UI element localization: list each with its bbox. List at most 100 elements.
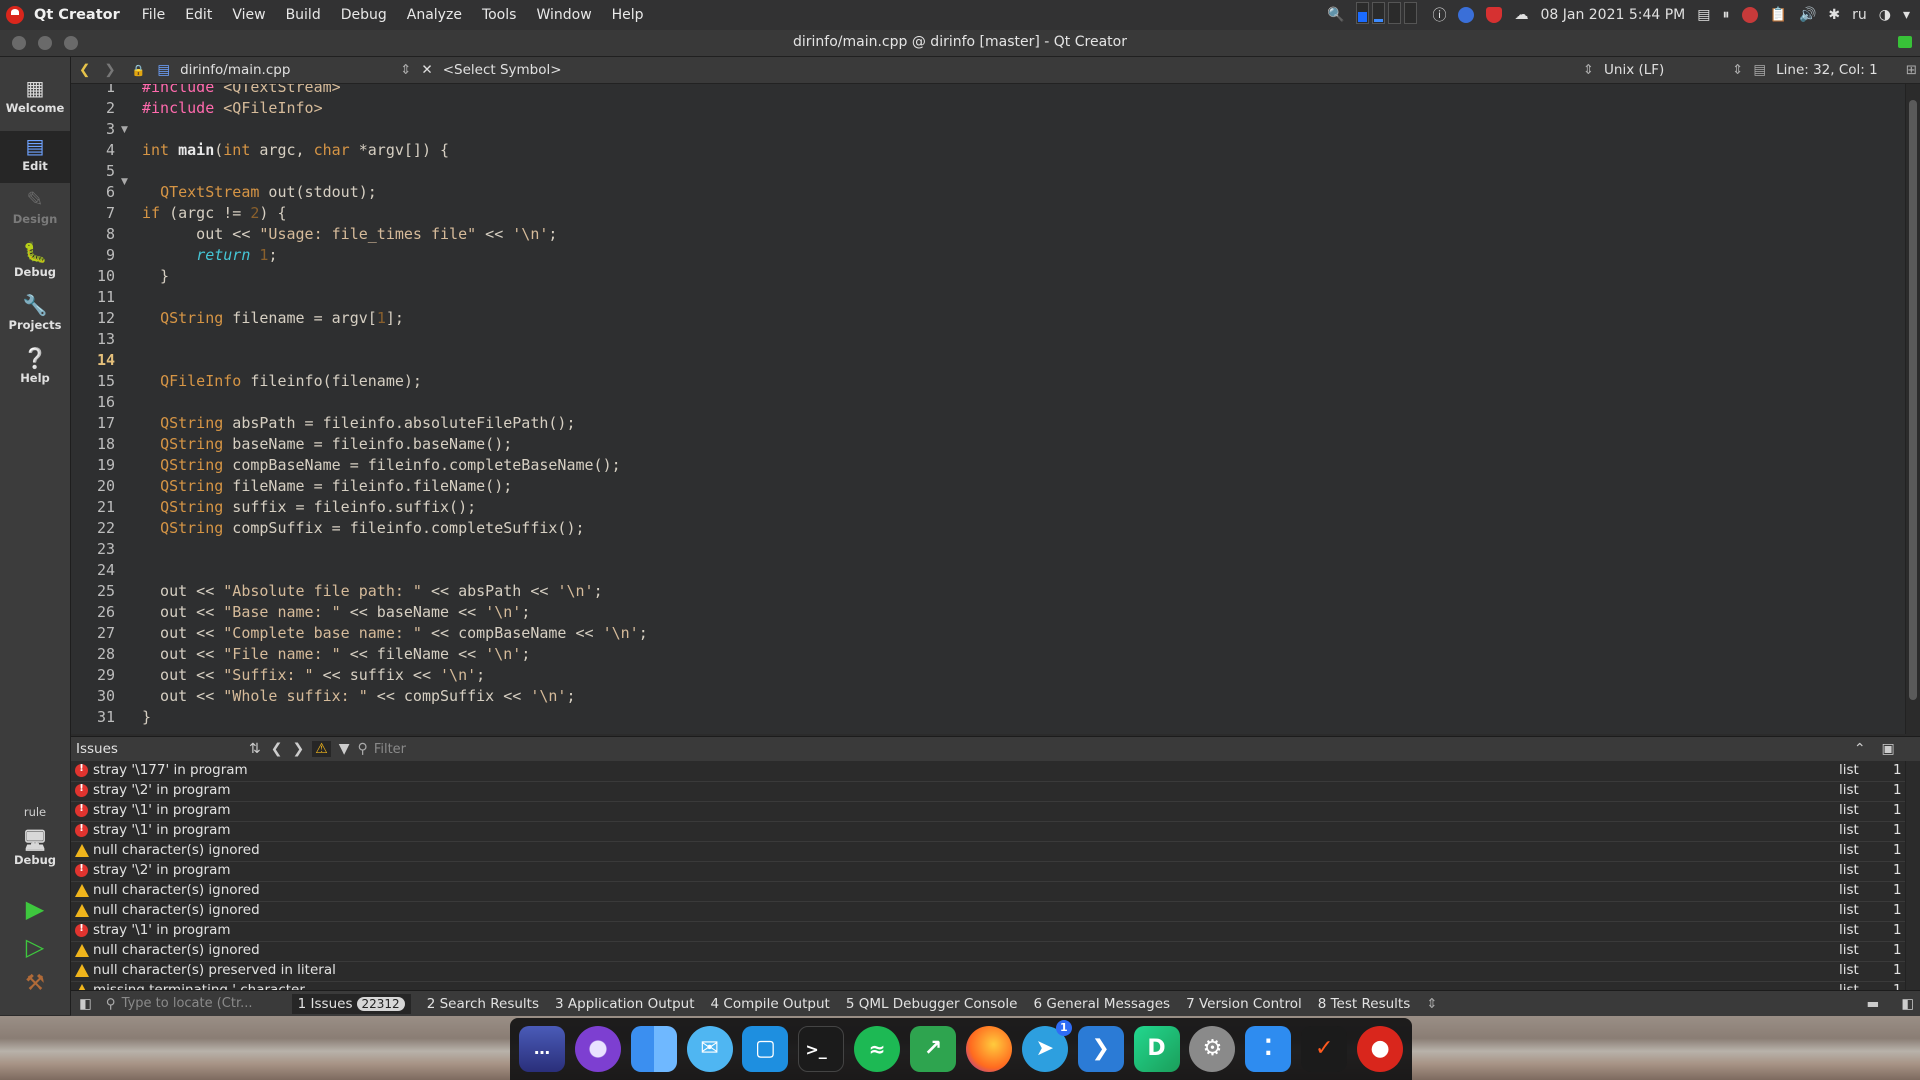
search-icon[interactable]: 🔍 <box>1327 7 1344 23</box>
back-arrow-icon[interactable]: ❮ <box>79 62 90 78</box>
mode-edit[interactable]: ▤ Edit <box>0 131 70 183</box>
issue-row[interactable]: null character(s) ignored list 1 <box>71 881 1906 902</box>
split-view-icon[interactable]: ⊞ <box>1906 62 1917 78</box>
tor-browser-icon[interactable] <box>574 1026 621 1072</box>
menu-window[interactable]: Window <box>536 7 591 23</box>
fold-marker-icon[interactable]: ▼ <box>121 125 128 135</box>
symbol-selector-arrows-icon[interactable]: ⇕ <box>1583 62 1594 78</box>
locator-input[interactable]: Type to locate (Ctr... <box>122 996 292 1011</box>
tab-compile-output[interactable]: 4 Compile Output <box>711 996 830 1012</box>
menu-file[interactable]: File <box>142 7 165 23</box>
issue-row[interactable]: null character(s) preserved in literal li… <box>71 961 1906 982</box>
more-tabs-arrows-icon[interactable]: ⇕ <box>1426 996 1437 1012</box>
close-pane-icon[interactable]: ▣ <box>1882 741 1895 757</box>
cursor-position[interactable]: Line: 32, Col: 1 <box>1776 62 1878 78</box>
issue-row[interactable]: null character(s) ignored list 1 <box>71 941 1906 962</box>
issue-row[interactable]: null character(s) ignored list 1 <box>71 901 1906 922</box>
vpn-icon[interactable] <box>1458 7 1475 23</box>
shield-icon[interactable] <box>1486 7 1503 23</box>
forward-arrow-icon[interactable]: ❯ <box>104 62 115 78</box>
symbol-selector[interactable]: <Select Symbol> <box>443 62 1583 78</box>
vscode-icon[interactable]: ❯ <box>1077 1026 1124 1072</box>
wifi-icon[interactable]: ◑ <box>1879 7 1891 23</box>
maximize-pane-icon[interactable]: ⌃ <box>1854 741 1866 757</box>
toggle-right-sidebar-icon[interactable]: ◧ <box>1901 996 1914 1012</box>
launchpad-icon[interactable]: … <box>518 1026 565 1072</box>
menu-tools[interactable]: Tools <box>482 7 517 23</box>
menu-help[interactable]: Help <box>612 7 644 23</box>
qtcreator-icon[interactable]: ● <box>1357 1026 1404 1072</box>
debug-run-button[interactable]: ▷ <box>0 933 70 961</box>
sort-icon[interactable]: ⇅ <box>249 741 261 757</box>
next-issue-icon[interactable]: ❯ <box>292 741 304 757</box>
menu-edit[interactable]: Edit <box>185 7 212 23</box>
app-name[interactable]: Qt Creator <box>34 7 120 23</box>
spotify-icon[interactable]: ≈ <box>854 1026 901 1072</box>
mail-icon[interactable]: ✉ <box>686 1026 733 1072</box>
issue-row[interactable]: null character(s) ignored list 1 <box>71 841 1906 862</box>
line-ending-selector[interactable]: Unix (LF) <box>1604 62 1732 78</box>
tab-search-results[interactable]: 2 Search Results <box>427 996 539 1012</box>
line-ending-arrows-icon[interactable]: ⇕ <box>1732 62 1743 78</box>
issue-row[interactable]: stray '\2' in program list 1 <box>71 861 1906 882</box>
tab-version-control[interactable]: 7 Version Control <box>1186 996 1302 1012</box>
split-icon[interactable]: ▤ <box>1753 62 1766 78</box>
tab-issues[interactable]: 1 Issues 22312 <box>291 993 411 1014</box>
issue-row[interactable]: stray '\1' in program list 1 <box>71 801 1906 822</box>
close-file-button[interactable]: ✕ <box>421 62 432 78</box>
tab-general-messages[interactable]: 6 General Messages <box>1034 996 1171 1012</box>
menu-build[interactable]: Build <box>286 7 321 23</box>
qt-creator-logo-icon[interactable] <box>6 6 24 24</box>
telegram-icon[interactable]: ➤ 1 <box>1021 1020 1072 1072</box>
tab-application-output[interactable]: 3 Application Output <box>555 996 695 1012</box>
mode-debug[interactable]: 🐛 Debug <box>0 237 70 289</box>
menu-analyze[interactable]: Analyze <box>407 7 462 23</box>
issue-row[interactable]: stray '\1' in program list 1 <box>71 921 1906 942</box>
volume-icon[interactable]: 🔊 <box>1799 7 1816 23</box>
issues-list[interactable]: stray '\177' in programlist1stray '\2' i… <box>71 761 1906 990</box>
app-indicator-icon[interactable] <box>1741 7 1758 23</box>
file-selector-arrows-icon[interactable]: ⇕ <box>400 62 411 78</box>
previous-issue-icon[interactable]: ❮ <box>271 741 283 757</box>
keyboard-layout[interactable]: ru <box>1852 7 1867 23</box>
kit-selector[interactable]: 🖥 Debug <box>0 825 70 877</box>
filter-icon[interactable]: ▼ <box>339 741 350 757</box>
clock-text[interactable]: 08 Jan 2021 5:44 PM <box>1540 7 1685 23</box>
warning-filter-icon[interactable]: ⚠ <box>312 741 331 757</box>
mode-help[interactable]: ❔ Help <box>0 343 70 395</box>
tab-test-results[interactable]: 8 Test Results <box>1318 996 1411 1012</box>
issue-row[interactable]: stray '\1' in program list 1 <box>71 821 1906 842</box>
notes-icon[interactable]: ▤ <box>1697 7 1710 23</box>
mode-design[interactable]: ✎ Design <box>0 184 70 236</box>
virtualbox-icon[interactable]: ▢ <box>742 1026 789 1072</box>
git-client-icon[interactable]: ↗ <box>910 1026 957 1072</box>
build-hammer-icon[interactable]: ⚒ <box>0 971 70 996</box>
filter-input[interactable]: Filter <box>374 742 554 757</box>
filezilla-icon[interactable]: ✓ <box>1301 1026 1348 1072</box>
clipboard-icon[interactable]: 📋 <box>1770 7 1787 23</box>
tab-qml-debugger-console[interactable]: 5 QML Debugger Console <box>846 996 1018 1012</box>
code-editor[interactable]: 1 2 3 4 5 6 7 8 9 10 11 12 13 14 15 16 17 18 19 20 21 22 23 24 2… <box>71 84 1920 734</box>
mode-welcome[interactable]: ▦ Welcome <box>0 73 70 125</box>
scrollbar-thumb[interactable] <box>1909 100 1917 700</box>
editor-scrollbar[interactable] <box>1905 84 1920 734</box>
toggle-sidebar-icon[interactable]: ◧ <box>79 996 92 1012</box>
issue-row[interactable]: stray '\2' in program list 1 <box>71 781 1906 802</box>
mode-projects[interactable]: 🔧 Projects <box>0 290 70 342</box>
issues-scrollbar[interactable] <box>1905 761 1920 990</box>
issue-row[interactable]: stray '\177' in program list 1 <box>71 761 1906 782</box>
datagrip-icon[interactable]: D <box>1133 1026 1180 1072</box>
info-icon[interactable]: ⓘ <box>1432 5 1446 25</box>
run-button[interactable]: ▶ <box>0 895 70 923</box>
workspace-indicator[interactable] <box>1356 2 1420 28</box>
issue-row[interactable]: missing terminating ' character list 1 <box>71 981 1906 990</box>
finder-icon[interactable] <box>630 1026 677 1072</box>
open-file-selector[interactable]: dirinfo/main.cpp <box>180 62 400 78</box>
menu-debug[interactable]: Debug <box>341 7 387 23</box>
pause-icon[interactable]: ⏸ <box>1723 7 1730 23</box>
firefox-icon[interactable] <box>965 1026 1012 1072</box>
menu-view[interactable]: View <box>232 7 265 23</box>
collapse-output-icon[interactable]: ▬ <box>1866 996 1879 1012</box>
bluetooth-icon[interactable]: ✱ <box>1828 7 1840 23</box>
fold-marker-icon[interactable]: ▼ <box>121 177 128 187</box>
